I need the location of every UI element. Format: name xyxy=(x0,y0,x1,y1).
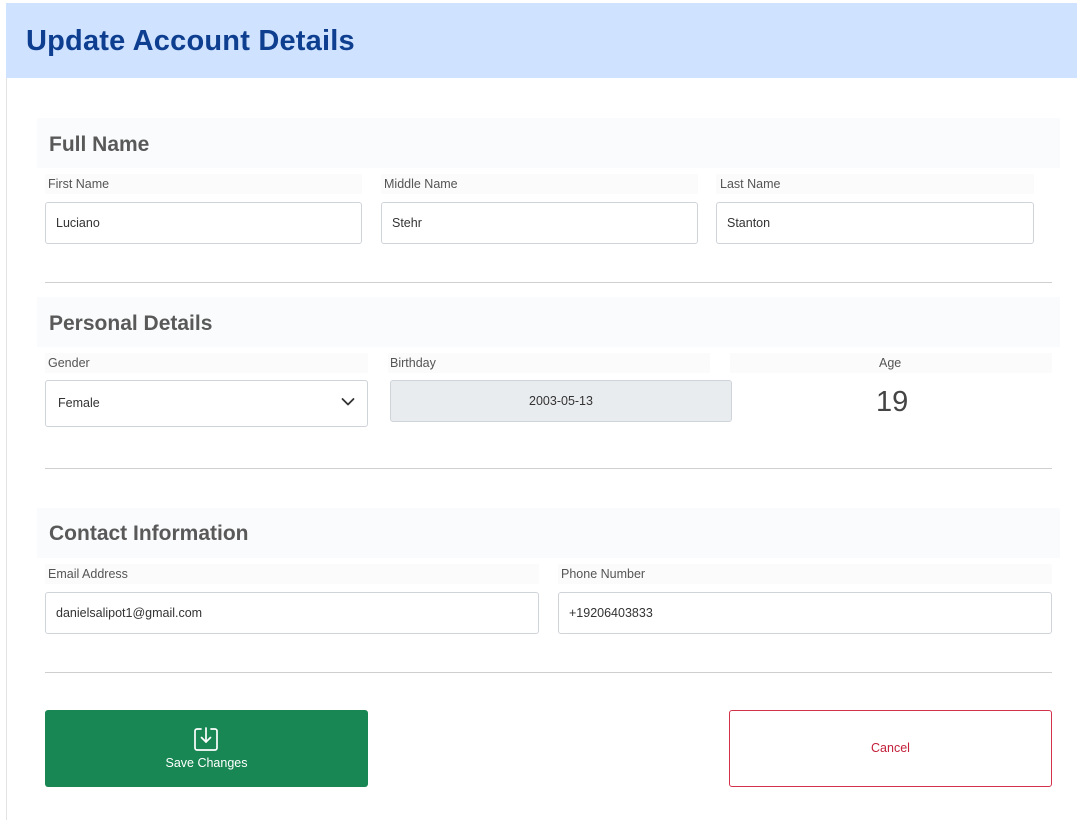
divider xyxy=(45,468,1052,469)
contact-section-header: Contact Information xyxy=(37,508,1060,558)
first-name-label: First Name xyxy=(48,177,110,191)
email-label: Email Address xyxy=(48,567,128,581)
last-name-field[interactable]: Stanton xyxy=(716,202,1034,244)
phone-label: Phone Number xyxy=(561,567,646,581)
full-name-section-header: Full Name xyxy=(37,118,1060,168)
full-name-heading: Full Name xyxy=(49,133,150,156)
page-title: Update Account Details xyxy=(26,25,355,57)
save-changes-button[interactable]: Save Changes xyxy=(45,710,368,787)
label-strip xyxy=(388,353,710,373)
divider xyxy=(45,672,1052,673)
first-name-field[interactable]: Luciano xyxy=(45,202,362,244)
label-strip xyxy=(45,353,368,373)
save-changes-label: Save Changes xyxy=(165,756,248,770)
gender-select[interactable]: Female xyxy=(45,380,368,427)
birthday-field: 2003-05-13 xyxy=(390,380,732,422)
cancel-button[interactable]: Cancel xyxy=(729,710,1052,787)
gender-value: Female xyxy=(58,396,100,410)
middle-name-label: Middle Name xyxy=(384,177,458,191)
personal-details-section-header: Personal Details xyxy=(37,297,1060,347)
middle-name-field[interactable]: Stehr xyxy=(381,202,698,244)
divider xyxy=(45,282,1052,283)
download-box-icon xyxy=(194,727,218,751)
gender-label: Gender xyxy=(48,356,90,370)
email-field[interactable]: danielsalipot1@gmail.com xyxy=(45,592,539,634)
contact-heading: Contact Information xyxy=(49,522,249,545)
age-label: Age xyxy=(879,356,902,370)
phone-field[interactable]: +19206403833 xyxy=(558,592,1052,634)
cancel-label: Cancel xyxy=(871,741,910,755)
chevron-down-icon xyxy=(341,398,355,406)
last-name-label: Last Name xyxy=(720,177,781,191)
age-value: 19 xyxy=(876,386,909,418)
page-header: Update Account Details xyxy=(6,3,1077,78)
personal-details-heading: Personal Details xyxy=(49,312,213,335)
birthday-label: Birthday xyxy=(390,356,436,370)
